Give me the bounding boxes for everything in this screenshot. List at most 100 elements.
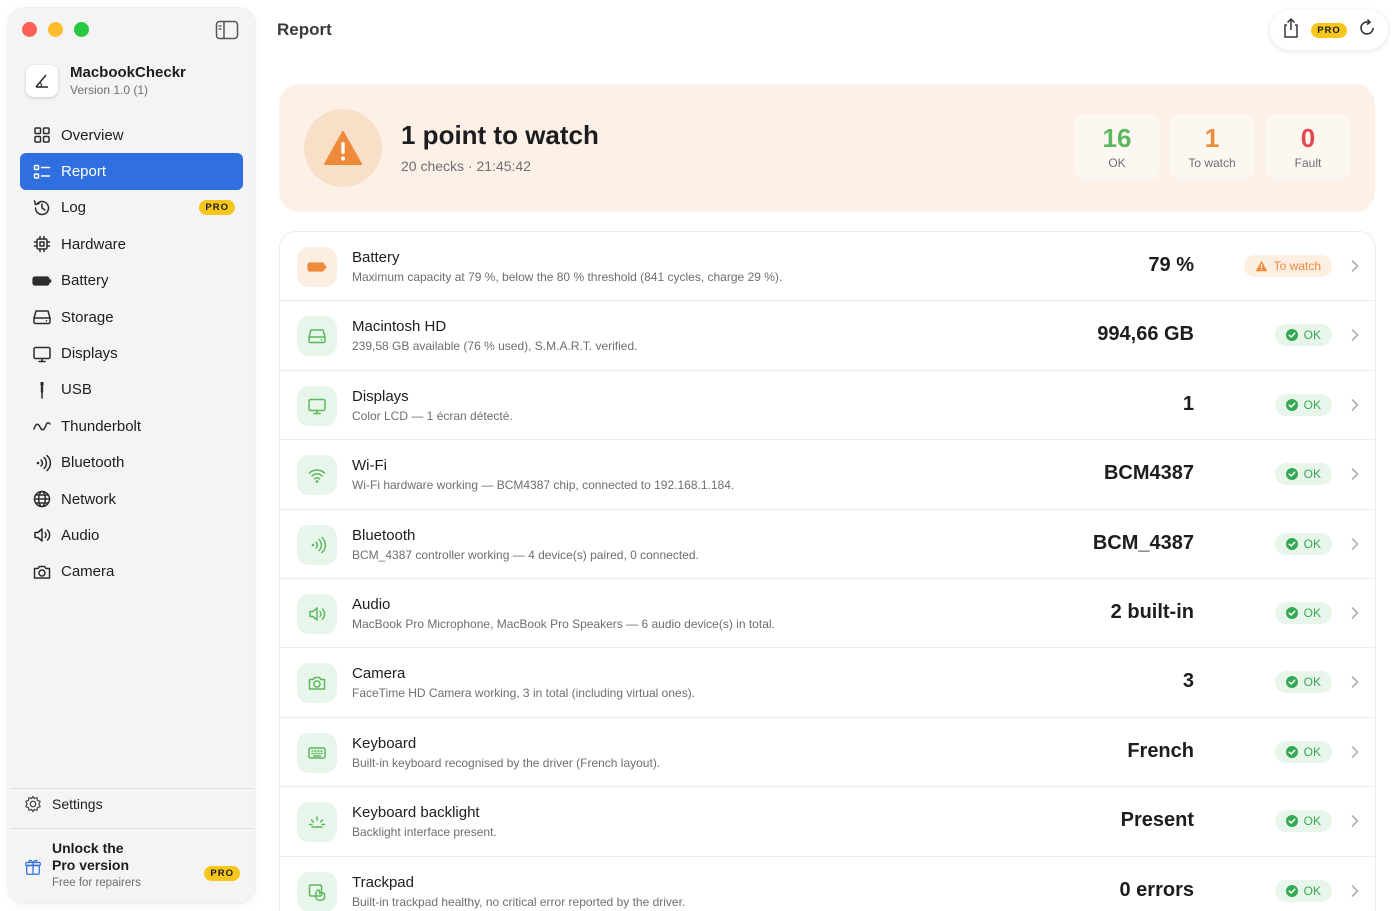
check-value: 79 % bbox=[1148, 254, 1194, 276]
sidebar-item-battery[interactable]: Battery bbox=[20, 263, 243, 299]
page-title: Report bbox=[277, 20, 332, 39]
divider bbox=[10, 828, 253, 829]
check-value: 3 bbox=[1182, 670, 1194, 693]
sidebar-toggle-icon[interactable] bbox=[215, 20, 239, 40]
stat-label: To watch bbox=[1188, 156, 1236, 170]
app-version: Version 1.0 (1) bbox=[70, 83, 149, 97]
sidebar-item-label: Report bbox=[61, 163, 107, 181]
chevron-right-icon bbox=[1351, 537, 1359, 550]
status-label: OK bbox=[1303, 467, 1321, 482]
overview-icon bbox=[32, 125, 52, 145]
check-description: Maximum capacity at 79 %, below the 80 %… bbox=[352, 270, 783, 284]
unlock-pro-button[interactable]: Unlock the Pro version Free for repairer… bbox=[24, 840, 240, 889]
check-row-battery[interactable]: Battery Maximum capacity at 79 %, below t… bbox=[280, 232, 1375, 302]
check-row-wi-fi[interactable]: Wi-Fi Wi-Fi hardware working — BCM4387 ch… bbox=[280, 440, 1375, 510]
sidebar-item-log[interactable]: Log PRO bbox=[20, 190, 243, 226]
check-description: 239,58 GB available (76 % used), S.M.A.R… bbox=[352, 339, 638, 354]
check-title: Macintosh HD bbox=[352, 318, 447, 336]
zoom-window-button[interactable] bbox=[74, 22, 89, 37]
check-row-trackpad[interactable]: Trackpad Built-in trackpad healthy, no cr… bbox=[280, 857, 1375, 911]
sidebar-item-audio[interactable]: Audio bbox=[20, 517, 243, 553]
usb-icon bbox=[32, 380, 52, 400]
sidebar-item-bluetooth[interactable]: Bluetooth bbox=[20, 445, 243, 481]
summary-title: 1 point to watch bbox=[401, 120, 599, 150]
check-description: Color LCD — 1 écran détecté. bbox=[352, 408, 513, 423]
sidebar: MacbookCheckr Version 1.0 (1) Overview Re… bbox=[8, 8, 255, 903]
check-row-displays[interactable]: Displays Color LCD — 1 écran détecté. 1 OK bbox=[280, 371, 1375, 441]
sidebar-item-storage[interactable]: Storage bbox=[20, 299, 243, 335]
stat-ok: 16 OK bbox=[1074, 114, 1160, 180]
settings-button[interactable]: Settings bbox=[24, 795, 103, 813]
checkmark-circle-icon bbox=[1285, 329, 1298, 342]
speaker-icon bbox=[32, 525, 52, 545]
stat-label: Fault bbox=[1294, 156, 1322, 170]
chevron-right-icon bbox=[1351, 745, 1359, 758]
pro-badge: PRO bbox=[204, 866, 240, 881]
check-description: BCM_4387 controller working — 4 device(s… bbox=[352, 547, 699, 562]
chip-icon bbox=[32, 234, 52, 254]
chevron-right-icon bbox=[1351, 329, 1359, 342]
refresh-button[interactable] bbox=[1357, 18, 1377, 43]
pro-badge: PRO bbox=[199, 200, 235, 216]
check-title: Audio bbox=[352, 596, 391, 613]
check-description: Wi-Fi hardware working — BCM4387 chip, c… bbox=[352, 478, 735, 493]
stat-to-watch: 1 To watch bbox=[1169, 114, 1255, 180]
storage-icon bbox=[32, 307, 52, 327]
warning-icon bbox=[1255, 260, 1267, 272]
check-value: 1 bbox=[1182, 392, 1194, 415]
sidebar-item-network[interactable]: Network bbox=[20, 481, 243, 517]
check-row-keyboard[interactable]: Keyboard Built-in keyboard recognised by … bbox=[280, 718, 1375, 788]
check-row-camera[interactable]: Camera FaceTime HD Camera working, 3 in t… bbox=[280, 648, 1375, 718]
sidebar-item-report[interactable]: Report bbox=[20, 153, 243, 190]
sidebar-item-thunderbolt[interactable]: Thunderbolt bbox=[20, 408, 243, 444]
minimize-window-button[interactable] bbox=[48, 22, 63, 37]
status-label: OK bbox=[1303, 814, 1321, 829]
summary-card: 1 point to watch 20 checks · 21:45:42 16… bbox=[279, 84, 1375, 212]
check-title: Camera bbox=[352, 665, 406, 683]
status-label: OK bbox=[1303, 744, 1321, 759]
checkmark-circle-icon bbox=[1285, 676, 1298, 689]
gift-icon bbox=[25, 859, 41, 875]
status-badge: OK bbox=[1274, 393, 1332, 416]
check-value: 994,66 GB bbox=[1097, 323, 1194, 346]
status-label: OK bbox=[1303, 328, 1321, 343]
close-window-button[interactable] bbox=[22, 22, 37, 37]
gear-icon bbox=[25, 795, 41, 813]
check-row-bluetooth[interactable]: Bluetooth BCM_4387 controller working — 4… bbox=[280, 510, 1375, 579]
sidebar-item-label: Network bbox=[61, 490, 117, 508]
status-label: OK bbox=[1303, 606, 1321, 620]
chevron-right-icon bbox=[1351, 607, 1359, 619]
battery-icon bbox=[297, 247, 337, 287]
chevron-right-icon bbox=[1351, 884, 1359, 897]
stat-value: 16 bbox=[1102, 123, 1132, 153]
unlock-title-line2: Pro version bbox=[52, 857, 130, 873]
chevron-right-icon bbox=[1351, 815, 1359, 827]
status-badge: OK bbox=[1274, 463, 1332, 486]
sidebar-item-displays[interactable]: Displays bbox=[20, 335, 243, 371]
check-title: Keyboard backlight bbox=[352, 804, 480, 822]
check-title: Trackpad bbox=[352, 873, 414, 891]
status-label: OK bbox=[1303, 397, 1321, 412]
status-badge: OK bbox=[1274, 810, 1332, 833]
sidebar-item-camera[interactable]: Camera bbox=[20, 554, 243, 590]
unlock-title-line1: Unlock the bbox=[52, 840, 124, 856]
check-row-audio[interactable]: Audio MacBook Pro Microphone, MacBook Pro… bbox=[280, 579, 1375, 649]
sidebar-item-label: Displays bbox=[61, 345, 118, 363]
pro-badge[interactable]: PRO bbox=[1311, 22, 1347, 38]
status-label: OK bbox=[1303, 536, 1321, 551]
check-row-keyboard-backlight[interactable]: Keyboard backlight Backlight interface pr… bbox=[280, 787, 1375, 857]
sidebar-item-label: Thunderbolt bbox=[61, 417, 142, 435]
check-row-macintosh-hd[interactable]: Macintosh HD 239,58 GB available (76 % us… bbox=[280, 301, 1375, 371]
check-value: 2 built-in bbox=[1110, 601, 1194, 623]
sidebar-item-usb[interactable]: USB bbox=[20, 372, 243, 408]
share-icon bbox=[1284, 17, 1298, 38]
chevron-right-icon bbox=[1351, 676, 1359, 689]
status-label: To watch bbox=[1273, 259, 1321, 273]
sidebar-item-overview[interactable]: Overview bbox=[20, 117, 243, 153]
window-controls bbox=[22, 22, 89, 37]
sidebar-item-hardware[interactable]: Hardware bbox=[20, 226, 243, 262]
sidebar-item-label: Audio bbox=[61, 526, 100, 544]
sidebar-item-label: USB bbox=[61, 381, 92, 399]
share-button[interactable] bbox=[1281, 17, 1301, 44]
sidebar-item-label: Overview bbox=[61, 126, 124, 144]
